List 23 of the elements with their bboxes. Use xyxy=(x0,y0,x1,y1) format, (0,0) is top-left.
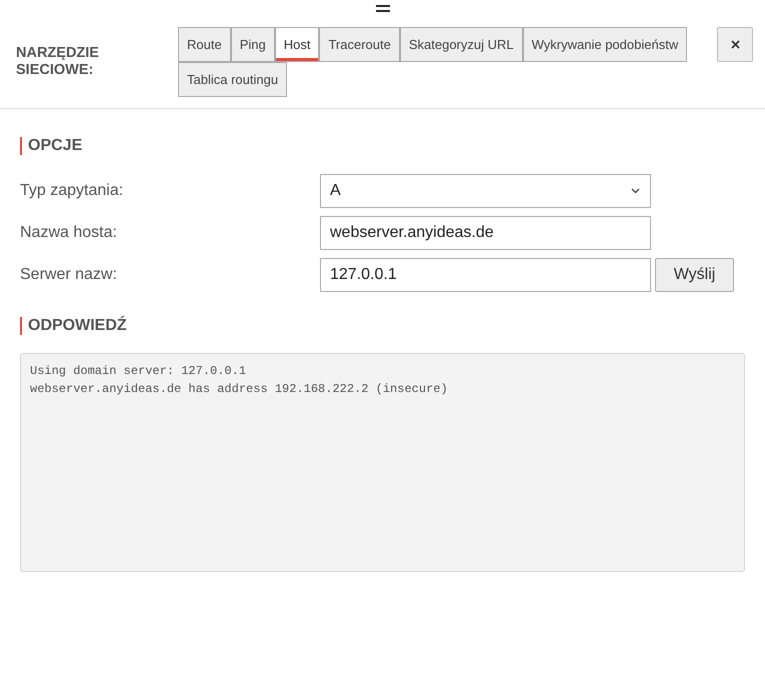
tab[interactable]: Host xyxy=(274,27,320,62)
field-label: Nazwa hosta: xyxy=(20,224,117,241)
handle-icon[interactable] xyxy=(376,5,390,12)
tab[interactable]: Wykrywanie podobieństw xyxy=(522,27,688,62)
tab[interactable]: Traceroute xyxy=(319,27,400,62)
dropdown[interactable]: A xyxy=(320,174,651,208)
tab[interactable]: Skategoryzuj URL xyxy=(400,27,523,62)
tab[interactable]: Tablica routingu xyxy=(178,62,288,97)
text-input[interactable]: 127.0.0.1 xyxy=(320,258,651,292)
section-heading: OPCJE xyxy=(20,137,82,155)
field-label: Serwer nazw: xyxy=(20,266,117,283)
output-line: webserver.anyideas.de has address 192.168.222.2 (insecure) xyxy=(30,381,448,398)
header-title: NARZĘDZIE SIECIOWE: xyxy=(16,45,100,79)
text-input[interactable]: webserver.anyideas.de xyxy=(320,216,651,250)
close-button[interactable] xyxy=(717,27,753,62)
chevron-icon xyxy=(631,188,640,194)
field-label: Typ zapytania: xyxy=(20,182,124,199)
tab[interactable]: Ping xyxy=(230,27,275,62)
close-icon xyxy=(730,40,740,49)
output-line: Using domain server: 127.0.0.1 xyxy=(30,363,246,380)
section-heading: ODPOWIEDŹ xyxy=(20,317,127,335)
tab[interactable]: Route xyxy=(178,27,231,62)
send-button[interactable]: Wyślij xyxy=(655,258,734,292)
